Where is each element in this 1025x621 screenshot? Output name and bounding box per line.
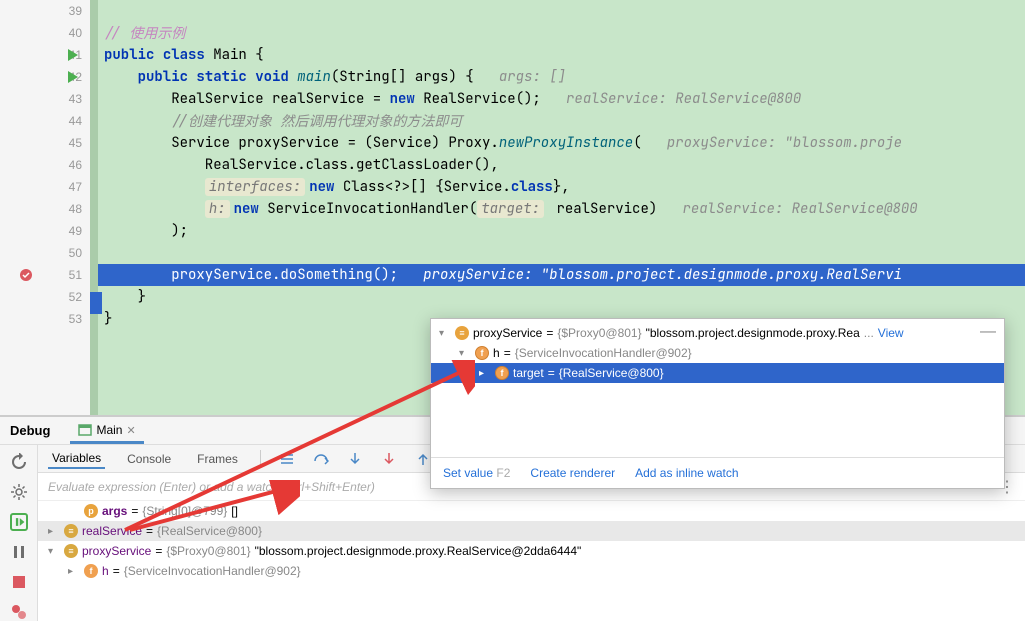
collapse-icon[interactable]: — <box>980 323 996 341</box>
popup-tree: ▾ ≡ proxyService = {$Proxy0@801} "blosso… <box>431 319 1004 387</box>
line-number[interactable]: 51 <box>0 264 90 286</box>
show-execution-point-icon[interactable] <box>279 451 295 467</box>
line-number[interactable]: 46 <box>0 154 90 176</box>
line-number[interactable]: 47 <box>0 176 90 198</box>
execution-point-marker <box>90 292 102 314</box>
stop-icon[interactable] <box>10 573 28 591</box>
step-over-icon[interactable] <box>313 451 329 467</box>
field-badge-icon: f <box>495 366 509 380</box>
line-number[interactable]: 52 <box>0 286 90 308</box>
debug-title: Debug <box>10 423 50 444</box>
comment: // 使用示例 <box>104 23 185 43</box>
rerun-icon[interactable] <box>10 453 28 471</box>
line-number[interactable]: 43 <box>0 88 90 110</box>
line-number[interactable]: 53 <box>0 308 90 330</box>
line-number[interactable]: 44 <box>0 110 90 132</box>
variables-tree: p args = {String[0]@799} [] ▸ ≡ realServ… <box>38 501 1025 621</box>
line-number[interactable]: 49 <box>0 220 90 242</box>
chevron-down-icon[interactable]: ▾ <box>439 328 451 339</box>
console-tab[interactable]: Console <box>123 450 175 468</box>
popup-var-row[interactable]: ▾ ≡ proxyService = {$Proxy0@801} "blosso… <box>431 323 1004 343</box>
force-step-into-icon[interactable] <box>381 451 397 467</box>
popup-var-row[interactable]: ▾ f h = {ServiceInvocationHandler@902} <box>431 343 1004 363</box>
view-link[interactable]: View <box>878 326 904 340</box>
field-badge-icon: f <box>84 564 98 578</box>
view-breakpoints-icon[interactable] <box>10 603 28 621</box>
param-badge-icon: p <box>84 504 98 518</box>
inline-hint: proxyService: "blossom.proje <box>667 134 902 152</box>
add-inline-watch-button[interactable]: Add as inline watch <box>635 466 738 480</box>
settings-icon[interactable] <box>10 483 28 501</box>
chevron-right-icon[interactable]: ▸ <box>479 368 491 379</box>
resume-icon[interactable] <box>10 513 28 531</box>
line-number[interactable]: 39 <box>0 0 90 22</box>
field-badge-icon: f <box>475 346 489 360</box>
line-number[interactable]: 45 <box>0 132 90 154</box>
field-badge-icon: ≡ <box>64 544 78 558</box>
chevron-right-icon[interactable]: ▸ <box>48 526 60 537</box>
frames-tab[interactable]: Frames <box>193 450 242 468</box>
set-value-button[interactable]: Set value F2 <box>443 466 510 480</box>
inline-hint: realService: RealService@800 <box>682 200 917 218</box>
line-number[interactable]: 40 <box>0 22 90 44</box>
evaluate-placeholder: Evaluate expression (Enter) or add a wat… <box>48 480 375 494</box>
chevron-right-icon[interactable]: ▸ <box>68 566 80 577</box>
inline-hint: proxyService: "blossom.project.designmod… <box>423 266 902 284</box>
chevron-down-icon[interactable]: ▾ <box>459 348 471 359</box>
evaluate-popup: — ▾ ≡ proxyService = {$Proxy0@801} "blos… <box>430 318 1005 489</box>
run-icon[interactable] <box>64 69 80 85</box>
step-into-icon[interactable] <box>347 451 363 467</box>
debug-sidebar <box>0 445 38 621</box>
chevron-down-icon[interactable]: ▾ <box>48 546 60 557</box>
execution-line[interactable]: proxyService.doSomething(); proxyService… <box>90 264 1025 286</box>
variables-tab[interactable]: Variables <box>48 449 105 469</box>
pause-icon[interactable] <box>10 543 28 561</box>
variable-row[interactable]: ▸ f h = {ServiceInvocationHandler@902} <box>38 561 1025 581</box>
field-badge-icon: ≡ <box>64 524 78 538</box>
param-hint: h: <box>205 200 230 218</box>
run-icon[interactable] <box>64 47 80 63</box>
inline-hint: realService: RealService@800 <box>566 90 801 108</box>
param-hint: interfaces: <box>205 178 305 196</box>
popup-footer: Set value F2 Create renderer Add as inli… <box>431 457 1004 488</box>
comment: //创建代理对象 然后调用代理对象的方法即可 <box>104 111 462 131</box>
application-icon <box>78 423 92 437</box>
line-number[interactable]: 50 <box>0 242 90 264</box>
field-badge-icon: ≡ <box>455 326 469 340</box>
create-renderer-button[interactable]: Create renderer <box>530 466 615 480</box>
breakpoint-icon[interactable] <box>18 267 34 283</box>
popup-var-row-selected[interactable]: ▸ f target = {RealService@800} <box>431 363 1004 383</box>
variable-row[interactable]: ▾ ≡ proxyService = {$Proxy0@801} "blosso… <box>38 541 1025 561</box>
inline-hint: args: [] <box>499 68 566 86</box>
debug-config-tab[interactable]: Main ✕ <box>70 419 143 444</box>
gutter: 39 40 41 42 43 44 45 46 47 48 49 50 51 5… <box>0 0 90 415</box>
variable-row[interactable]: ▸ ≡ realService = {RealService@800} <box>38 521 1025 541</box>
step-out-icon[interactable] <box>415 451 431 467</box>
variable-row[interactable]: p args = {String[0]@799} [] <box>38 501 1025 521</box>
param-hint: target: <box>477 200 544 218</box>
close-icon[interactable]: ✕ <box>126 424 135 437</box>
line-number[interactable]: 48 <box>0 198 90 220</box>
